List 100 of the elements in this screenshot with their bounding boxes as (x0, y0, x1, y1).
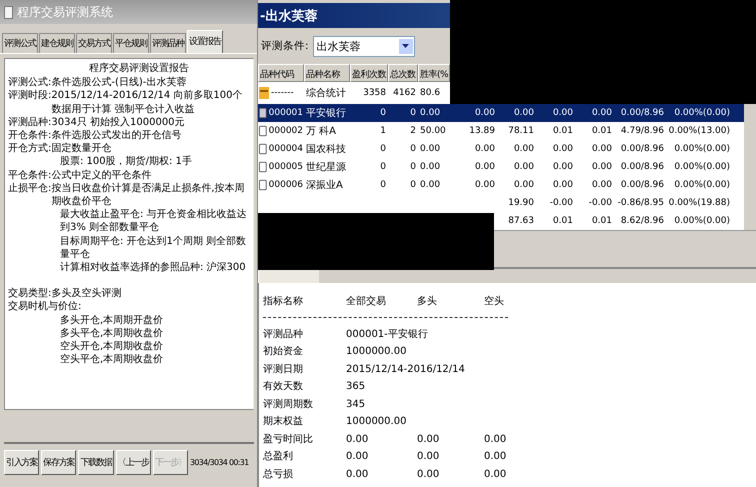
table-cell: 0.00%(13.00) (668, 126, 730, 136)
dropdown-arrow-icon (402, 44, 410, 48)
table-cell: 0.00%(0.00) (674, 108, 730, 118)
table-cell: 0.00 (474, 162, 495, 172)
table-row[interactable]: 000005 世纪星源 0 0 0.00 0.00 0.00 0.00 0.00 0.00/8.96 0.00%(0.00) (258, 158, 744, 176)
table-cell-text: 2015/12/14-2016/12/14 (346, 362, 465, 376)
table-cell-text: 综合统计 (306, 86, 346, 100)
table-cell-text: 0.00 (346, 468, 370, 482)
step-button[interactable]: 引入方案 (4, 450, 40, 475)
column-header[interactable]: 胜率(% (418, 64, 450, 82)
table-cell: 000005 (268, 162, 303, 172)
table-cell: 0.00 (552, 144, 573, 154)
table-row[interactable]: 19.90 -0.00 -0.00 -0.86/8.95 0.00%(19.88) (497, 194, 744, 212)
table-cell: 0.00 (420, 180, 440, 190)
table-cell: 0.00/8.96 (620, 108, 664, 118)
table-cell: 0 (410, 144, 416, 154)
report-line: 目标周期平仓: 开仓达到1个周期 则全部数量平仓 (60, 234, 248, 262)
table-cell: -0.00 (550, 198, 573, 208)
table-cell-text: 345 (346, 398, 366, 412)
table-cell: 0 (410, 108, 416, 118)
table-cell: 50.00 (420, 126, 446, 136)
field-value: 多头及空头评测 (51, 287, 122, 300)
table-row[interactable]: ------- 综合统计 3358 4162 80.6 (258, 82, 450, 104)
table-row[interactable]: 87.63 0.01 0.01 8.62/8.96 0.00%(0.00) (497, 212, 744, 230)
column-header[interactable]: 盈利次数 (350, 64, 388, 82)
table-cell-text: 1000000.00 (346, 415, 408, 429)
table-cell: 0.00 (514, 108, 534, 118)
table-cell: 87.63 (508, 216, 534, 226)
tab[interactable]: 交易方式 (76, 33, 112, 53)
table-row[interactable]: 000004 国农科技 0 0 0.00 0.00 0.00 0.00 0.00 0.00/8.96 0.00%(0.00) (258, 140, 744, 158)
table-cell: 0 (380, 180, 386, 190)
table-cell-text: 0.00 (417, 468, 440, 482)
table-row[interactable]: 000006 深振业A 0 0 0.00 0.00 0.00 0.00 0.00 0.00/8.96 0.00%(0.00) (258, 176, 744, 194)
table-cell: 0.00 (552, 180, 573, 190)
field-label: 评测公式: (8, 76, 52, 90)
table-cell: 0.00 (514, 144, 534, 154)
table-cell: 0.00 (420, 108, 440, 118)
table-cell-text: 平安银行 (306, 106, 346, 120)
table-cell: 0 (380, 108, 386, 118)
table-cell: 0.00%(0.00) (674, 162, 730, 172)
column-header[interactable]: 品种代码 (258, 64, 304, 82)
step-button[interactable]: 〈上一步 (116, 450, 151, 475)
column-header[interactable]: 品种名称 (304, 64, 350, 82)
step-button[interactable]: 下载数据 (78, 450, 114, 475)
tab[interactable]: 评测公式 (2, 33, 38, 53)
report-line: 计算相对收益率选择的参照品种: 沪深300 (60, 261, 247, 274)
table-cell: 0.01 (592, 216, 612, 226)
field-value: 3034只 初始投入1000000元 (51, 116, 186, 130)
table-cell: 0.00 (514, 180, 534, 190)
column-header[interactable]: 总次数 (388, 64, 418, 82)
step-button[interactable]: 保存方案 (41, 450, 76, 475)
table-cell: 0 (380, 144, 386, 154)
table-cell-text: 初始资金 (263, 344, 304, 359)
table-cell: 0.00%(0.00) (674, 216, 730, 226)
table-cell: -0.00 (588, 198, 612, 208)
report-tab[interactable] (258, 269, 319, 283)
table-cell: 0.01 (552, 126, 573, 136)
table-cell: 3358 (363, 88, 386, 98)
table-cell: 0 (410, 180, 416, 190)
table-cell: 0.00 (474, 144, 495, 154)
column-header: 指标名称 (263, 294, 304, 309)
table-cell: 13.89 (469, 126, 495, 136)
table-cell-text: 0.00 (484, 468, 506, 482)
scrollbar[interactable] (744, 104, 756, 230)
field-value: 公式中定义的平仓条件 (51, 168, 152, 182)
table-cell: 4162 (393, 88, 416, 98)
table-cell-text: 深振业A (306, 178, 343, 192)
table-cell-text: 总亏损 (263, 468, 294, 482)
table-cell: -0.86/8.95 (618, 198, 664, 208)
report-line: 最大收益止盈平仓: 与开仓资金相比收益达到3% 则全部数量平仓 (60, 208, 248, 235)
table-cell: 000002 (268, 126, 303, 136)
table-cell: 000004 (268, 144, 303, 154)
table-cell: 000001 (268, 108, 303, 118)
report-line: 多头平仓,本周期收盘价 (60, 326, 164, 340)
tab[interactable]: 评测品种 (150, 33, 186, 53)
field-value: 固定数量开仓 (51, 142, 112, 156)
table-cell-text: 有效天数 (263, 380, 304, 394)
table-row[interactable]: 000002 万 科A 1 2 50.00 13.89 78.11 0.01 0.01 4.79/8.96 0.00%(13.00) (258, 122, 744, 140)
table-row[interactable]: 000001 平安银行 0 0 0.00 0.00 0.00 0.00 0.00 0.00/8.96 0.00%(0.00) (258, 104, 744, 122)
table-cell-text: 0.00 (346, 450, 370, 464)
document-icon (259, 107, 267, 119)
tab[interactable]: 平仓规则 (113, 33, 149, 53)
table-cell-text: 万 科A (306, 124, 336, 138)
table-cell-text: 国农科技 (306, 142, 346, 156)
table-cell-text: 盈亏时间比 (263, 432, 314, 446)
table-cell-text: 0.00 (346, 432, 370, 446)
field-label: 开仓方式: (8, 142, 52, 156)
table-cell: 80.6 (420, 88, 440, 98)
field-value: 条件选股公式发出的开仓信号 (51, 129, 182, 142)
report-line: 空头开仓,本周期收盘价 (60, 340, 164, 354)
table-cell: 0.00 (592, 162, 612, 172)
field-label: 评测时段: (8, 89, 52, 104)
tab[interactable]: 建仓规则 (39, 33, 75, 53)
tab[interactable]: 设置报告 (187, 30, 223, 53)
table-cell-text: 000001-平安银行 (346, 328, 428, 342)
column-header: 空头 (484, 294, 504, 309)
table-cell: 0 (380, 162, 386, 172)
table-cell: 0.00 (514, 162, 534, 172)
table-cell: 0.00 (474, 180, 495, 190)
condition-dropdown[interactable]: 出水芙蓉 (312, 36, 415, 56)
